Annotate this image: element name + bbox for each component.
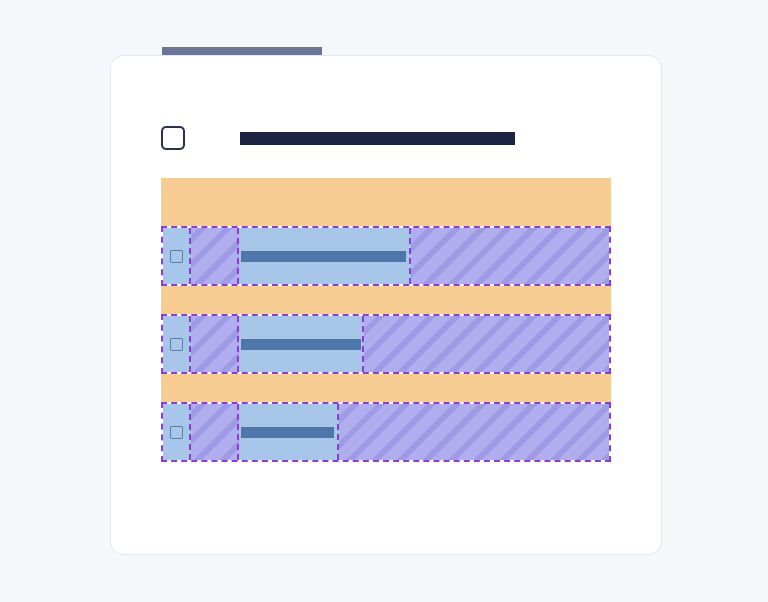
gap-cell <box>191 316 239 372</box>
row-label <box>241 339 361 350</box>
list-item[interactable] <box>161 314 611 374</box>
row-checkbox[interactable] <box>170 250 183 263</box>
row-checkbox[interactable] <box>170 338 183 351</box>
checkbox-cell <box>163 404 191 460</box>
content-cell <box>239 316 364 372</box>
margin-highlight <box>161 178 611 226</box>
margin-highlight <box>161 286 611 314</box>
checkbox-cell <box>163 316 191 372</box>
header-row <box>161 126 611 150</box>
panel-title <box>240 132 515 145</box>
item-list <box>161 178 611 462</box>
row-label <box>241 427 334 438</box>
list-item[interactable] <box>161 226 611 286</box>
select-all-checkbox[interactable] <box>161 126 185 150</box>
panel-card <box>110 55 662 555</box>
gap-cell <box>191 404 239 460</box>
margin-highlight <box>161 374 611 402</box>
content-cell <box>239 228 411 284</box>
gap-cell <box>191 228 239 284</box>
row-label <box>241 251 406 262</box>
list-item[interactable] <box>161 402 611 462</box>
row-checkbox[interactable] <box>170 426 183 439</box>
content-cell <box>239 404 339 460</box>
checkbox-cell <box>163 228 191 284</box>
